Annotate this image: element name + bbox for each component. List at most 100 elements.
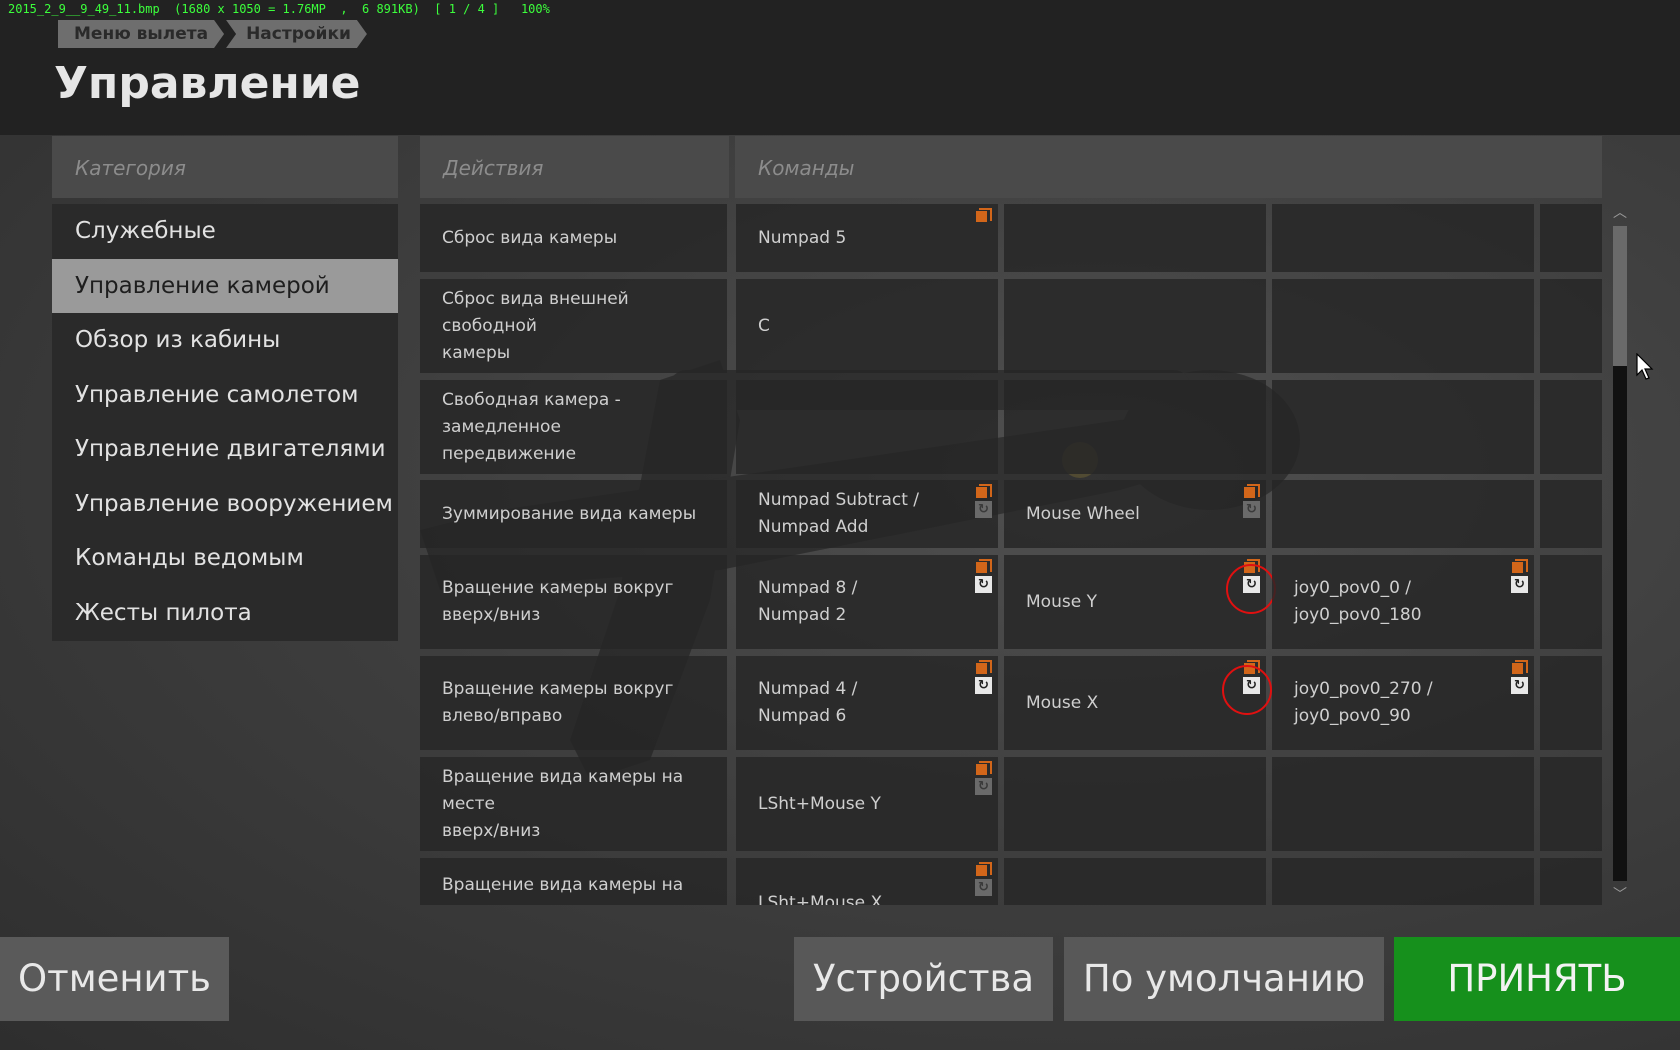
binding-slot-1[interactable]: [736, 380, 998, 474]
binding-slot-3[interactable]: joy0_pov0_0 / joy0_pov0_180 ↻: [1272, 555, 1534, 649]
accept-button[interactable]: ПРИНЯТЬ: [1394, 937, 1680, 1021]
binding-slot-1[interactable]: Numpad Subtract / Numpad Add ↻: [736, 480, 998, 548]
binding-slot-4[interactable]: [1540, 555, 1602, 649]
binding-slot-1[interactable]: LSht+Mouse X ↻: [736, 858, 998, 905]
invert-axis-icon[interactable]: ↻: [1511, 576, 1528, 593]
binding-value: LSht+Mouse X: [758, 893, 883, 905]
action-cell: Вращение камеры вокруг вверх/вниз: [420, 555, 727, 649]
settings-screen: 2015_2_9__9_49_11.bmp (1680 x 1050 = 1.7…: [0, 0, 1680, 1050]
scroll-up-arrow-icon[interactable]: ︿: [1612, 206, 1628, 220]
binding-slot-4[interactable]: [1540, 858, 1602, 905]
breadcrumb-settings[interactable]: Настройки: [226, 20, 367, 48]
page-title: Управление: [54, 58, 361, 109]
binding-value: Numpad 8 / Numpad 2: [758, 578, 858, 625]
binding-options-icon[interactable]: [1244, 484, 1260, 498]
table-row: Вращение камеры вокруг влево/вправо Nump…: [420, 656, 1602, 750]
action-cell: Зуммирование вида камеры: [420, 480, 727, 548]
category-item-service[interactable]: Служебные: [52, 204, 398, 259]
binding-options-icon[interactable]: [976, 862, 992, 876]
table-row: Свободная камера - замедленное передвиже…: [420, 380, 1602, 474]
binding-slot-3[interactable]: [1272, 858, 1534, 905]
binding-options-icon[interactable]: [1512, 660, 1528, 674]
binding-value: Numpad 4 / Numpad 6: [758, 679, 858, 726]
category-item-aircraft-control[interactable]: Управление самолетом: [52, 368, 398, 423]
category-item-wingman-commands[interactable]: Команды ведомым: [52, 531, 398, 586]
binding-options-icon[interactable]: [976, 208, 992, 222]
binding-slot-2[interactable]: [1004, 757, 1266, 851]
table-row: Вращение вида камеры на месте вверх/вниз…: [420, 757, 1602, 851]
binding-slot-2[interactable]: [1004, 279, 1266, 373]
table-row: Вращение камеры вокруг вверх/вниз Numpad…: [420, 555, 1602, 649]
action-label: Вращение вида камеры на месте вверх/вниз: [442, 766, 684, 841]
binding-slot-4[interactable]: [1540, 204, 1602, 272]
invert-axis-icon[interactable]: ↻: [1511, 677, 1528, 694]
binding-slot-3[interactable]: joy0_pov0_270 / joy0_pov0_90 ↻: [1272, 656, 1534, 750]
binding-slot-1[interactable]: Numpad 4 / Numpad 6 ↻: [736, 656, 998, 750]
category-header: Категория: [52, 136, 398, 198]
breadcrumb: Меню вылета Настройки: [58, 20, 369, 48]
invert-axis-icon[interactable]: ↻: [975, 778, 992, 795]
binding-slot-4[interactable]: [1540, 380, 1602, 474]
cancel-button[interactable]: Отменить: [0, 937, 229, 1021]
action-label: Сброс вида камеры: [442, 227, 618, 248]
binding-slot-4[interactable]: [1540, 480, 1602, 548]
binding-slot-3[interactable]: [1272, 480, 1534, 548]
binding-options-icon[interactable]: [976, 559, 992, 573]
binding-slot-2[interactable]: Mouse X ↻: [1004, 656, 1272, 750]
scrollbar-thumb[interactable]: [1613, 226, 1627, 366]
binding-slot-1[interactable]: Numpad 8 / Numpad 2 ↻: [736, 555, 998, 649]
defaults-button[interactable]: По умолчанию: [1064, 937, 1384, 1021]
image-viewer-info: 2015_2_9__9_49_11.bmp (1680 x 1050 = 1.7…: [8, 2, 550, 16]
binding-value: C: [758, 315, 770, 336]
binding-options-icon[interactable]: [976, 660, 992, 674]
category-item-pilot-gestures[interactable]: Жесты пилота: [52, 586, 398, 641]
binding-slot-3[interactable]: [1272, 279, 1534, 373]
binding-slot-2[interactable]: [1004, 380, 1266, 474]
table-row: Вращение вида камеры на месте LSht+Mouse…: [420, 858, 1602, 905]
binding-slot-4[interactable]: [1540, 279, 1602, 373]
invert-axis-icon[interactable]: ↻: [1243, 501, 1260, 518]
category-item-cockpit-view[interactable]: Обзор из кабины: [52, 313, 398, 368]
category-item-engine-control[interactable]: Управление двигателями: [52, 422, 398, 477]
category-item-camera-control[interactable]: Управление камерой: [52, 258, 398, 313]
action-label: Вращение вида камеры на месте: [442, 875, 684, 905]
invert-axis-icon[interactable]: ↻: [975, 879, 992, 896]
binding-slot-3[interactable]: [1272, 757, 1534, 851]
binding-slot-3[interactable]: [1272, 204, 1534, 272]
binding-slot-1[interactable]: LSht+Mouse Y ↻: [736, 757, 998, 851]
binding-options-icon[interactable]: [1512, 559, 1528, 573]
action-cell: Вращение камеры вокруг влево/вправо: [420, 656, 727, 750]
invert-axis-icon[interactable]: ↻: [975, 677, 992, 694]
devices-button[interactable]: Устройства: [794, 937, 1053, 1021]
binding-slot-2[interactable]: Mouse Wheel ↻: [1004, 480, 1266, 548]
scroll-down-arrow-icon[interactable]: ﹀: [1612, 888, 1628, 902]
action-label: Вращение камеры вокруг влево/вправо: [442, 679, 674, 726]
binding-slot-4[interactable]: [1540, 656, 1602, 750]
breadcrumb-flight-menu[interactable]: Меню вылета: [58, 20, 224, 48]
binding-value: Mouse Y: [1026, 591, 1097, 612]
binding-value: joy0_pov0_0 / joy0_pov0_180: [1294, 578, 1422, 625]
binding-value: Numpad 5: [758, 227, 847, 248]
mouse-cursor-icon: [1636, 353, 1654, 380]
commands-column-header: Команды: [735, 136, 1602, 198]
binding-slot-1[interactable]: C: [736, 279, 998, 373]
binding-slot-2[interactable]: [1004, 858, 1266, 905]
action-label: Сброс вида внешней свободной камеры: [442, 288, 629, 363]
action-cell: Сброс вида камеры: [420, 204, 727, 272]
binding-slot-4[interactable]: [1540, 757, 1602, 851]
category-item-weapons-control[interactable]: Управление вооружением: [52, 477, 398, 532]
binding-value: LSht+Mouse Y: [758, 793, 881, 814]
invert-axis-icon[interactable]: ↻: [975, 576, 992, 593]
binding-options-icon[interactable]: [976, 484, 992, 498]
binding-value: Mouse Wheel: [1026, 503, 1140, 524]
binding-slot-2[interactable]: Mouse Y ↻: [1004, 555, 1276, 649]
binding-slot-3[interactable]: [1272, 380, 1534, 474]
action-label: Зуммирование вида камеры: [442, 503, 697, 524]
invert-axis-icon[interactable]: ↻: [975, 501, 992, 518]
table-row: Сброс вида внешней свободной камеры C: [420, 279, 1602, 373]
binding-options-icon[interactable]: [976, 761, 992, 775]
binding-slot-2[interactable]: [1004, 204, 1266, 272]
action-cell: Вращение вида камеры на месте вверх/вниз: [420, 757, 727, 851]
red-annotation-circle: [1222, 665, 1272, 715]
binding-slot-1[interactable]: Numpad 5: [736, 204, 998, 272]
